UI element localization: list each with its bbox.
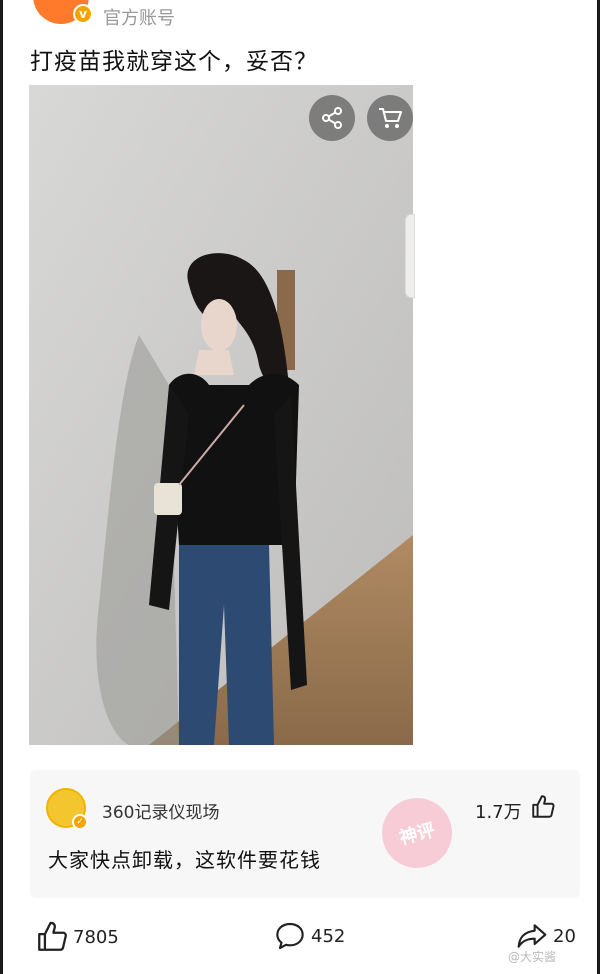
- comment-count: 452: [311, 925, 346, 947]
- comment-text: 大家快点卸载，这软件要花钱: [48, 848, 321, 872]
- thumbs-up-icon: [38, 921, 67, 951]
- comment-like-count: 1.7万: [475, 802, 522, 823]
- comment-icon: [276, 922, 304, 950]
- app-frame: v 官方账号 打疫苗我就穿这个，妥否？ ✓ 360记录仪现场 神评 1.7万 大…: [0, 0, 600, 974]
- commenter-name[interactable]: 360记录仪现场: [102, 798, 219, 823]
- top-comment-card[interactable]: ✓ 360记录仪现场 神评 1.7万 大家快点卸载，这软件要花钱: [30, 770, 580, 898]
- like-button[interactable]: 7805: [35, 920, 119, 954]
- verified-badge: ✓: [72, 814, 88, 830]
- share-icon: [322, 107, 342, 129]
- thumbs-up-icon[interactable]: [530, 794, 556, 820]
- comment-button[interactable]: 452: [273, 920, 345, 952]
- like-count: 7805: [73, 926, 119, 948]
- post-photo[interactable]: [29, 85, 413, 745]
- post-title: 打疫苗我就穿这个，妥否？: [30, 49, 318, 75]
- photo-illustration: [29, 85, 413, 745]
- side-tab-handle[interactable]: [405, 214, 415, 298]
- verified-badge: v: [73, 4, 93, 24]
- share-button[interactable]: [309, 95, 355, 141]
- cart-icon: [379, 108, 402, 128]
- account-avatar[interactable]: v: [33, 0, 93, 24]
- cart-button[interactable]: [367, 95, 413, 141]
- forward-count: 20: [553, 925, 576, 947]
- watermark: @大实酱: [508, 950, 557, 964]
- god-comment-stamp: 神评: [374, 790, 460, 876]
- commenter-avatar[interactable]: ✓: [46, 788, 88, 830]
- account-name[interactable]: 官方账号: [103, 4, 175, 30]
